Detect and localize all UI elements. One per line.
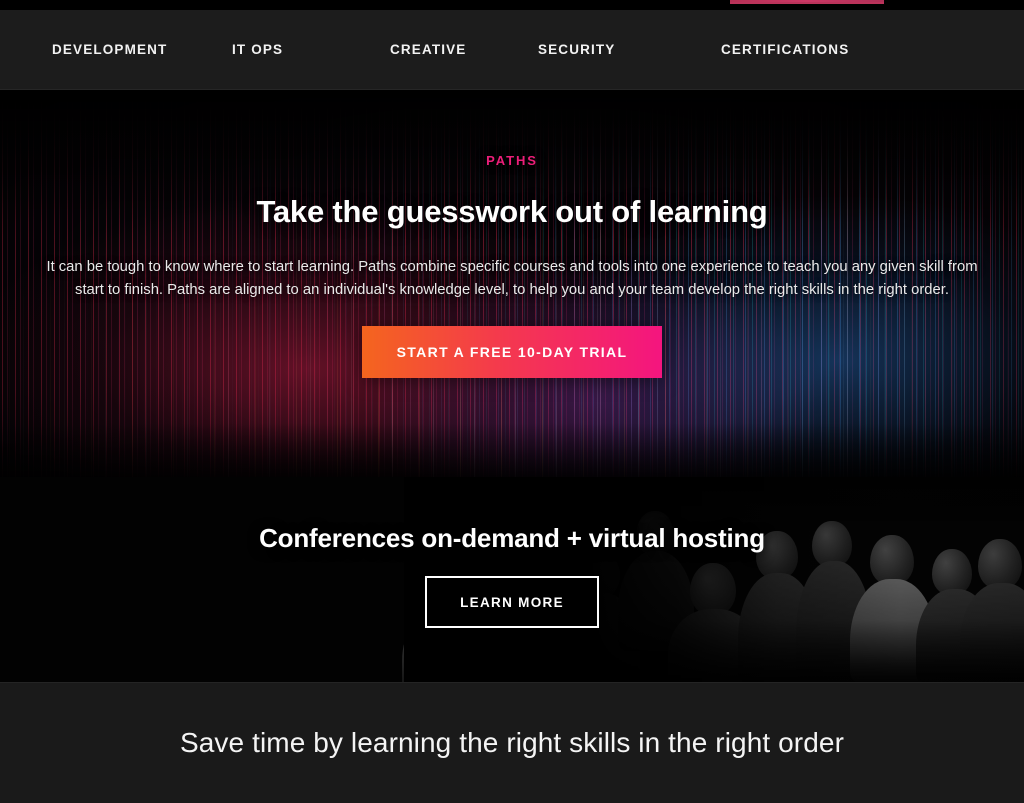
start-free-trial-button[interactable]: START A FREE 10-DAY TRIAL	[362, 326, 662, 378]
nav-item-development[interactable]: DEVELOPMENT	[52, 10, 232, 90]
conferences-section: Conferences on-demand + virtual hosting …	[0, 477, 1024, 682]
hero-section: PATHS Take the guesswork out of learning…	[0, 91, 1024, 477]
conferences-title: Conferences on-demand + virtual hosting	[259, 523, 765, 553]
nav-item-it-ops[interactable]: IT OPS	[232, 10, 390, 90]
nav-item-list: DEVELOPMENT IT OPS CREATIVE SECURITY CER…	[0, 10, 1024, 90]
save-time-section: Save time by learning the right skills i…	[0, 682, 1024, 803]
hero-eyebrow: PATHS	[486, 153, 538, 168]
primary-navigation: DEVELOPMENT IT OPS CREATIVE SECURITY CER…	[0, 10, 1024, 90]
save-time-title: Save time by learning the right skills i…	[179, 727, 844, 758]
cutoff-cta-button[interactable]	[730, 0, 884, 4]
hero-content: PATHS Take the guesswork out of learning…	[0, 91, 1024, 477]
top-cutoff-strip	[0, 0, 1024, 10]
hero-body-text: It can be tough to know where to start l…	[46, 259, 978, 298]
conferences-content: Conferences on-demand + virtual hosting …	[0, 477, 1024, 628]
nav-item-creative[interactable]: CREATIVE	[390, 10, 538, 90]
learn-more-button[interactable]: LEARN MORE	[425, 576, 599, 628]
nav-item-certifications[interactable]: CERTIFICATIONS	[721, 10, 849, 90]
hero-title: Take the guesswork out of learning	[256, 194, 768, 229]
nav-item-security[interactable]: SECURITY	[538, 10, 721, 90]
page-root: DEVELOPMENT IT OPS CREATIVE SECURITY CER…	[0, 0, 1024, 803]
